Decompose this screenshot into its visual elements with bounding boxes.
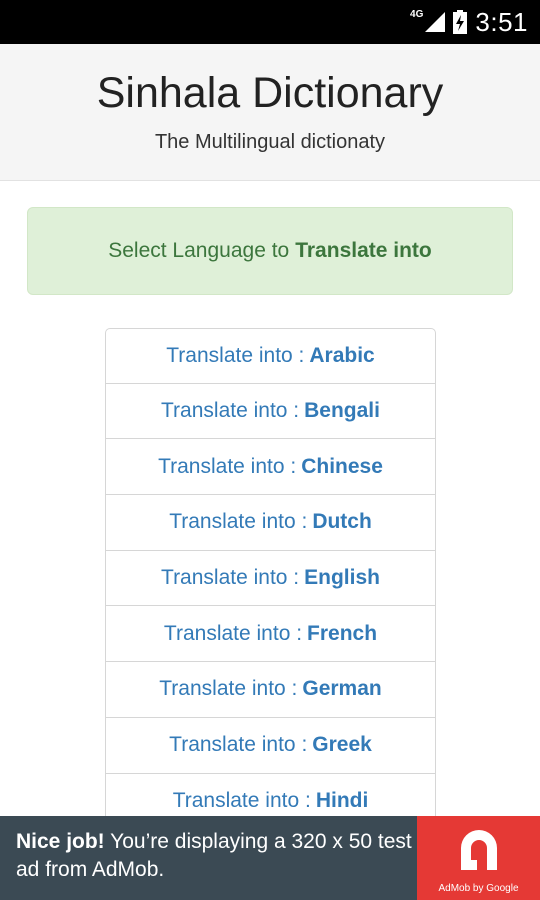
select-language-alert: Select Language to Translate into xyxy=(27,207,513,295)
language-item-prefix: Translate into : xyxy=(172,788,311,812)
language-list: Translate into : Arabic Translate into :… xyxy=(105,328,436,830)
language-item-name: Arabic xyxy=(309,343,375,367)
alert-prefix: Select Language to xyxy=(108,239,290,262)
language-item-name: Chinese xyxy=(301,454,383,478)
status-bar: 4G 3:51 xyxy=(0,0,540,44)
language-item-french[interactable]: Translate into : French xyxy=(105,606,436,663)
language-item-name: French xyxy=(307,621,378,645)
language-item-prefix: Translate into : xyxy=(161,399,300,423)
language-item-prefix: Translate into : xyxy=(163,621,303,645)
language-item-name: German xyxy=(302,677,382,701)
language-item-dutch[interactable]: Translate into : Dutch xyxy=(105,495,436,551)
language-item-german[interactable]: Translate into : German xyxy=(105,662,436,718)
page-title: Sinhala Dictionary xyxy=(96,69,444,117)
ad-text: Nice job! You’re displaying a 320 x 50 t… xyxy=(16,828,416,884)
language-item-bengali[interactable]: Translate into : Bengali xyxy=(105,383,436,440)
language-item-name: Greek xyxy=(312,733,372,757)
page-subtitle: The Multilingual dictionaty xyxy=(154,131,386,153)
status-icons: 4G 3:51 xyxy=(410,0,528,44)
battery-charging-icon xyxy=(453,10,468,34)
admob-logo[interactable]: AdMob by Google xyxy=(417,816,540,900)
clock: 3:51 xyxy=(475,6,528,37)
language-item-name: Hindi xyxy=(315,788,369,812)
ad-lead: Nice job! xyxy=(16,830,105,853)
admob-logo-icon xyxy=(461,830,497,870)
language-item-prefix: Translate into : xyxy=(169,733,308,757)
language-item-greek[interactable]: Translate into : Greek xyxy=(105,717,436,774)
language-item-prefix: Translate into : xyxy=(169,510,308,534)
language-item-english[interactable]: Translate into : English xyxy=(105,550,436,607)
language-item-name: Bengali xyxy=(304,399,380,423)
signal-4g-icon xyxy=(425,12,446,32)
alert-emphasis: Translate into xyxy=(295,239,432,262)
app-header: Sinhala Dictionary The Multilingual dict… xyxy=(0,44,540,181)
language-item-arabic[interactable]: Translate into : Arabic xyxy=(105,328,436,384)
ad-brand-label: AdMob by Google xyxy=(438,883,519,894)
language-item-prefix: Translate into : xyxy=(158,454,297,478)
language-item-chinese[interactable]: Translate into : Chinese xyxy=(105,439,436,496)
language-item-name: English xyxy=(304,566,380,590)
language-item-prefix: Translate into : xyxy=(159,677,298,701)
ad-banner[interactable]: Nice job! You’re displaying a 320 x 50 t… xyxy=(0,816,540,900)
network-type-label: 4G xyxy=(410,8,424,20)
language-item-name: Dutch xyxy=(312,510,372,534)
language-item-prefix: Translate into : xyxy=(161,566,300,590)
language-item-prefix: Translate into : xyxy=(166,343,305,367)
